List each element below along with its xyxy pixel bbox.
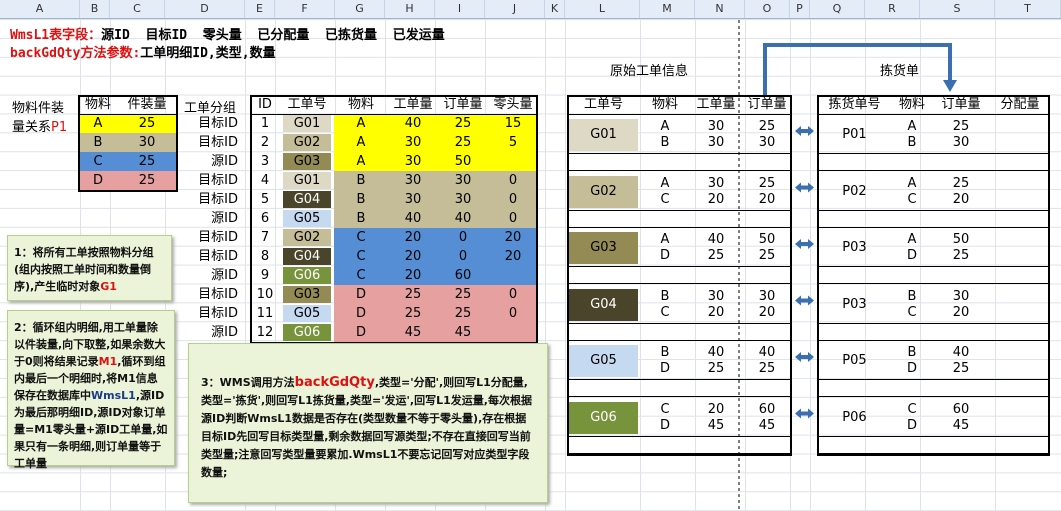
flow-arrow-path [763, 43, 952, 95]
note-2: 2：循环组内明细,用工单量除以件装量,向下取整,如果余数大于0则将结果记录M1,… [7, 310, 175, 470]
note-1-text: 1：将所有工单按照物料分组(组内按照工单时间和数量倒序),产生临时对象 [14, 246, 154, 293]
note-1-red: G1 [100, 280, 117, 293]
flow-arrow-head [943, 80, 957, 92]
note-2-p3: WmsL1 [91, 389, 136, 402]
double-arrows [795, 126, 814, 419]
note-2-p1: M1 [98, 355, 118, 368]
note-3: 3：WMS调用方法backGdQty,类型='分配',则回写L1分配量,类型='… [188, 343, 548, 503]
note-3-p2: ,类型='分配',则回写L1分配量,类型='拣货',则回写L1拣货量,类型='发… [201, 376, 532, 479]
note-1: 1：将所有工单按照物料分组(组内按照工单时间和数量倒序),产生临时对象G1 [7, 235, 172, 301]
double-arrow-icon [795, 408, 814, 419]
note-3-p0: 3：WMS调用方法 [201, 376, 295, 389]
double-arrow-icon [795, 182, 814, 193]
double-arrow-icon [795, 126, 814, 136]
note-3-p1: backGdQty [294, 375, 375, 390]
double-arrow-icon [795, 295, 814, 306]
double-arrow-icon [795, 352, 814, 362]
double-arrow-icon [795, 239, 814, 249]
